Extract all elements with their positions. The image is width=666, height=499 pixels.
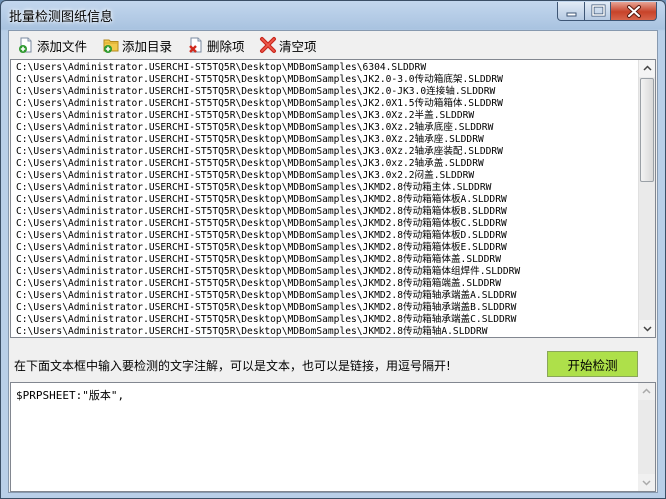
client-area: 添加文件 添加目录 删除项 清空项 C:\Users\Administrator… bbox=[8, 30, 658, 493]
instruction-label: 在下面文本框中输入要检测的文字注解，可以是文本，也可以是链接，用逗号隔开! bbox=[14, 359, 451, 373]
list-item[interactable]: C:\Users\Administrator.USERCHI-ST5TQ5R\D… bbox=[16, 326, 636, 337]
annotation-scroll-down-button[interactable] bbox=[638, 474, 655, 491]
list-item[interactable]: C:\Users\Administrator.USERCHI-ST5TQ5R\D… bbox=[16, 122, 636, 134]
list-item[interactable]: C:\Users\Administrator.USERCHI-ST5TQ5R\D… bbox=[16, 110, 636, 122]
list-item[interactable]: C:\Users\Administrator.USERCHI-ST5TQ5R\D… bbox=[16, 74, 636, 86]
close-button[interactable] bbox=[610, 2, 657, 21]
scroll-down-button[interactable] bbox=[639, 320, 655, 337]
list-item[interactable]: C:\Users\Administrator.USERCHI-ST5TQ5R\D… bbox=[16, 206, 636, 218]
list-item[interactable]: C:\Users\Administrator.USERCHI-ST5TQ5R\D… bbox=[16, 218, 636, 230]
list-item[interactable]: C:\Users\Administrator.USERCHI-ST5TQ5R\D… bbox=[16, 254, 636, 266]
chevron-up-icon bbox=[642, 388, 651, 394]
list-item[interactable]: C:\Users\Administrator.USERCHI-ST5TQ5R\D… bbox=[16, 86, 636, 98]
list-item[interactable]: C:\Users\Administrator.USERCHI-ST5TQ5R\D… bbox=[16, 314, 636, 326]
title-bar[interactable]: 批量检测图纸信息 bbox=[1, 1, 665, 29]
annotation-text: $PRPSHEET:"版本", bbox=[16, 389, 125, 402]
list-item[interactable]: C:\Users\Administrator.USERCHI-ST5TQ5R\D… bbox=[16, 278, 636, 290]
delete-item-label: 删除项 bbox=[207, 38, 245, 54]
list-item[interactable]: C:\Users\Administrator.USERCHI-ST5TQ5R\D… bbox=[16, 302, 636, 314]
add-directory-label: 添加目录 bbox=[122, 38, 173, 54]
file-listbox[interactable]: C:\Users\Administrator.USERCHI-ST5TQ5R\D… bbox=[10, 59, 656, 338]
start-check-button[interactable]: 开始检测 bbox=[547, 351, 638, 377]
annotation-scrollbar[interactable] bbox=[638, 383, 655, 491]
list-item[interactable]: C:\Users\Administrator.USERCHI-ST5TQ5R\D… bbox=[16, 134, 636, 146]
list-item[interactable]: C:\Users\Administrator.USERCHI-ST5TQ5R\D… bbox=[16, 98, 636, 110]
list-item[interactable]: C:\Users\Administrator.USERCHI-ST5TQ5R\D… bbox=[16, 158, 636, 170]
annotation-textbox[interactable]: $PRPSHEET:"版本", bbox=[10, 382, 656, 492]
file-list: C:\Users\Administrator.USERCHI-ST5TQ5R\D… bbox=[16, 62, 636, 337]
list-item[interactable]: C:\Users\Administrator.USERCHI-ST5TQ5R\D… bbox=[16, 146, 636, 158]
clear-items-label: 清空项 bbox=[279, 38, 317, 54]
list-item[interactable]: C:\Users\Administrator.USERCHI-ST5TQ5R\D… bbox=[16, 290, 636, 302]
list-item[interactable]: C:\Users\Administrator.USERCHI-ST5TQ5R\D… bbox=[16, 170, 636, 182]
window-title: 批量检测图纸信息 bbox=[9, 10, 114, 25]
list-item[interactable]: C:\Users\Administrator.USERCHI-ST5TQ5R\D… bbox=[16, 62, 636, 74]
list-item[interactable]: C:\Users\Administrator.USERCHI-ST5TQ5R\D… bbox=[16, 182, 636, 194]
delete-file-icon bbox=[189, 37, 202, 53]
annotation-scroll-up-button[interactable] bbox=[638, 383, 655, 400]
clear-x-icon bbox=[260, 37, 276, 53]
maximize-icon bbox=[591, 4, 606, 17]
list-item[interactable]: C:\Users\Administrator.USERCHI-ST5TQ5R\D… bbox=[16, 194, 636, 206]
minimize-icon bbox=[566, 12, 577, 17]
app-window: 批量检测图纸信息 添加文件 添加目录 删除项 清空项 C:\Users\Admi… bbox=[0, 0, 666, 499]
chevron-down-icon bbox=[643, 326, 652, 332]
list-item[interactable]: C:\Users\Administrator.USERCHI-ST5TQ5R\D… bbox=[16, 266, 636, 278]
delete-item-button[interactable]: 删除项 bbox=[187, 34, 245, 56]
list-item[interactable]: C:\Users\Administrator.USERCHI-ST5TQ5R\D… bbox=[16, 242, 636, 254]
scroll-up-button[interactable] bbox=[639, 60, 655, 77]
maximize-button[interactable] bbox=[584, 2, 611, 21]
chevron-up-icon bbox=[643, 65, 652, 71]
add-file-label: 添加文件 bbox=[37, 38, 88, 54]
toolbar: 添加文件 添加目录 删除项 清空项 bbox=[9, 31, 657, 58]
scroll-thumb[interactable] bbox=[640, 78, 654, 182]
close-icon bbox=[627, 5, 641, 18]
add-directory-button[interactable]: 添加目录 bbox=[102, 34, 172, 56]
clear-items-button[interactable]: 清空项 bbox=[259, 34, 317, 56]
folder-add-icon bbox=[103, 39, 119, 53]
list-item[interactable]: C:\Users\Administrator.USERCHI-ST5TQ5R\D… bbox=[16, 230, 636, 242]
add-file-icon bbox=[19, 37, 32, 53]
file-list-scrollbar[interactable] bbox=[638, 60, 655, 337]
chevron-down-icon bbox=[642, 480, 651, 486]
minimize-button[interactable] bbox=[557, 2, 585, 21]
add-file-button[interactable]: 添加文件 bbox=[17, 34, 87, 56]
